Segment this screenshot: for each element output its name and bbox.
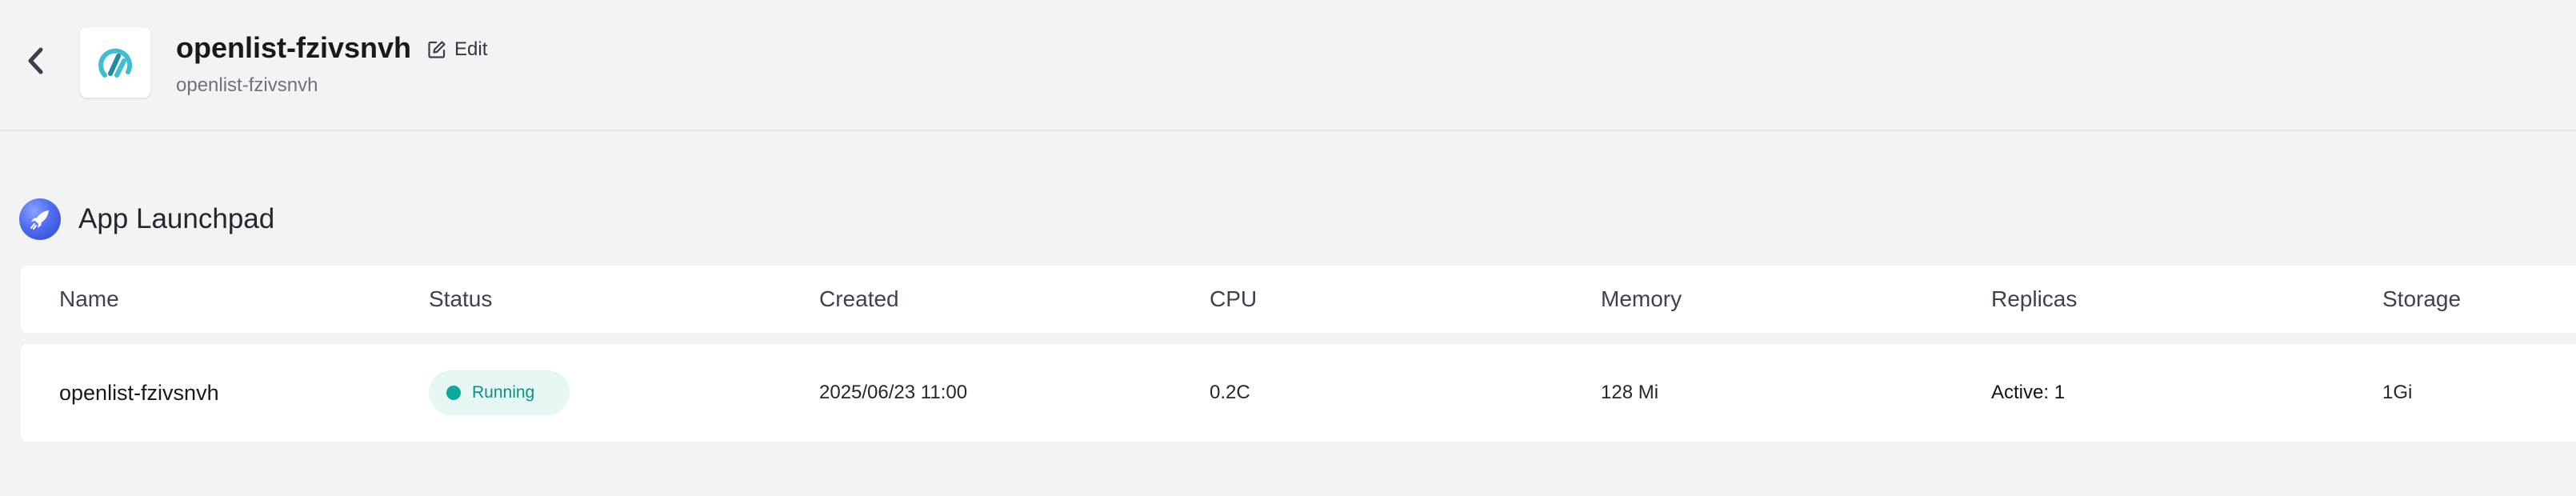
- app-header: openlist-fzivsnvh Edit openlist-fzivsnvh: [0, 0, 2576, 131]
- cpu-cell: 0.2C: [1210, 382, 1250, 403]
- app-launchpad-icon: [19, 198, 61, 240]
- column-header-name[interactable]: Name: [59, 266, 119, 333]
- openlist-logo-icon: [98, 48, 132, 78]
- edit-icon: [428, 41, 446, 58]
- memory-cell: 128 Mi: [1601, 382, 1659, 403]
- created-cell: 2025/06/23 11:00: [819, 382, 968, 403]
- status-badge: Running: [429, 370, 570, 415]
- rocket-icon: [30, 210, 49, 230]
- replicas-cell: Active: 1: [1991, 382, 2066, 403]
- app-logo: [80, 27, 150, 98]
- app-name-cell[interactable]: openlist-fzivsnvh: [59, 344, 219, 442]
- chevron-left-icon: [28, 47, 43, 74]
- column-header-replicas[interactable]: Replicas: [1991, 266, 2077, 333]
- column-header-status[interactable]: Status: [429, 266, 492, 333]
- storage-cell: 1Gi: [2382, 382, 2413, 403]
- section-title: App Launchpad: [78, 203, 275, 234]
- back-button[interactable]: [19, 45, 51, 77]
- status-text: Running: [472, 383, 535, 402]
- edit-label: Edit: [454, 38, 488, 60]
- status-dot-icon: [446, 386, 461, 400]
- table-header: Name Status Created CPU Memory Replicas …: [21, 266, 2576, 333]
- column-header-storage[interactable]: Storage: [2382, 266, 2461, 333]
- table-row[interactable]: openlist-fzivsnvh Running 2025/06/23 11:…: [21, 344, 2576, 442]
- app-subtitle: openlist-fzivsnvh: [176, 74, 318, 96]
- app-title: openlist-fzivsnvh: [176, 31, 412, 64]
- edit-button[interactable]: Edit: [427, 35, 487, 64]
- column-header-memory[interactable]: Memory: [1601, 266, 1682, 333]
- column-header-created[interactable]: Created: [819, 266, 899, 333]
- column-header-cpu[interactable]: CPU: [1210, 266, 1257, 333]
